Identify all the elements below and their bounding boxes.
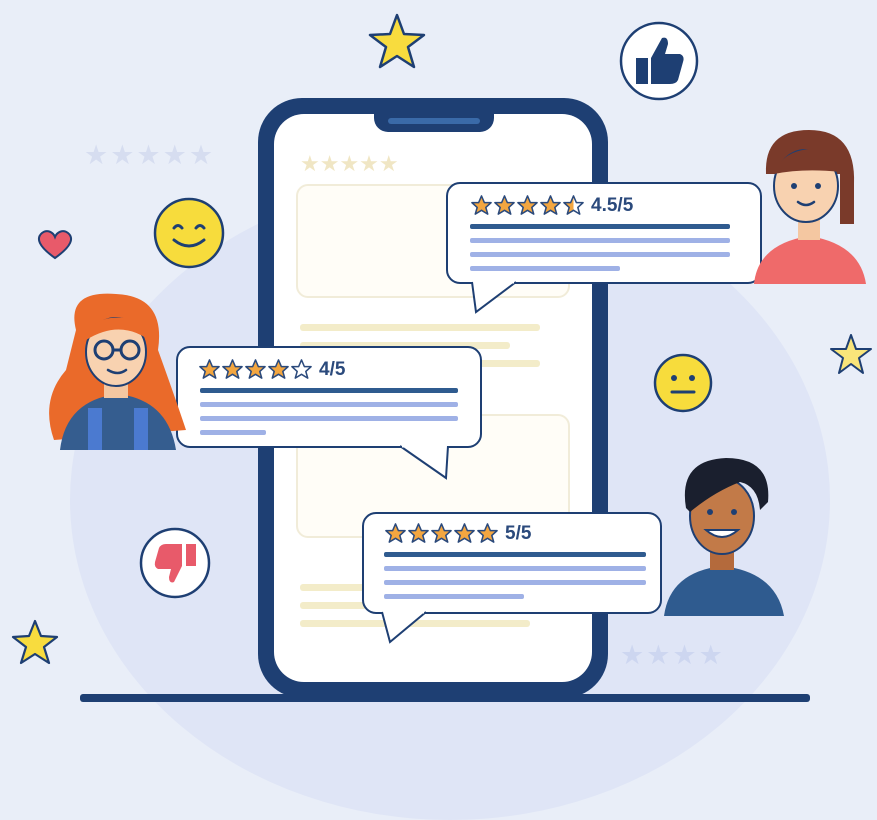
star-icon xyxy=(385,523,406,543)
star-icon xyxy=(830,334,872,374)
neutral-face-icon xyxy=(653,353,713,413)
rating-value-2: 4/5 xyxy=(319,358,346,380)
star-icon xyxy=(471,195,492,215)
avatar-man xyxy=(664,458,784,616)
faint-stars-bottom: ★★★★ xyxy=(620,640,725,671)
star-icon xyxy=(199,359,220,379)
smiley-face-icon xyxy=(153,197,225,269)
star-icon xyxy=(11,619,59,665)
stars-2 xyxy=(198,358,313,381)
review-bubble-1: 4.5/5 xyxy=(446,182,762,284)
review-text-line xyxy=(200,402,458,407)
review-text-line xyxy=(384,594,524,599)
star-icon xyxy=(408,523,429,543)
star-icon xyxy=(245,359,266,379)
thumbs-down-icon xyxy=(139,527,211,599)
star-icon xyxy=(222,359,243,379)
avatar-woman-brown-hair xyxy=(754,130,866,284)
faint-stars-left: ★★★★★ xyxy=(84,140,216,171)
review-text-line xyxy=(470,252,730,257)
review-text-line xyxy=(200,388,458,393)
ghost-line xyxy=(300,324,540,331)
star-icon xyxy=(477,523,498,543)
review-text-line xyxy=(384,580,646,585)
review-text-line xyxy=(384,566,646,571)
review-text-line xyxy=(200,416,458,421)
review-text-line xyxy=(470,238,730,243)
review-text-line xyxy=(200,430,266,435)
empty-star-icon xyxy=(291,359,312,379)
rating-row-2: 4/5 xyxy=(198,358,345,381)
star-icon xyxy=(517,195,538,215)
stars-1 xyxy=(470,194,585,217)
bubble-tail-2 xyxy=(399,444,449,480)
heart-icon xyxy=(37,230,73,260)
review-text-line xyxy=(470,266,620,271)
base-strip xyxy=(80,694,810,702)
review-text-line xyxy=(470,224,730,229)
star-icon xyxy=(268,359,289,379)
star-icon xyxy=(540,195,561,215)
avatar-woman-red-hair xyxy=(49,293,186,450)
review-bubble-3: 5/5 xyxy=(362,512,662,614)
review-text-line xyxy=(384,552,646,557)
star-icon xyxy=(494,195,515,215)
star-icon xyxy=(368,13,426,69)
review-bubble-2: 4/5 xyxy=(176,346,482,448)
thumbs-up-icon xyxy=(619,21,699,101)
star-icon xyxy=(454,523,475,543)
bubble-tail-1 xyxy=(471,280,517,314)
rating-value-3: 5/5 xyxy=(505,522,532,544)
rating-row-1: 4.5/5 xyxy=(470,194,633,217)
faint-stars-top: ★★★★★ xyxy=(300,152,399,177)
phone-speaker xyxy=(388,118,480,124)
stars-3 xyxy=(384,522,499,545)
half-star-icon xyxy=(563,195,584,215)
star-icon xyxy=(431,523,452,543)
rating-value-1: 4.5/5 xyxy=(591,194,634,216)
rating-row-3: 5/5 xyxy=(384,522,531,545)
bubble-tail-3 xyxy=(381,610,427,644)
